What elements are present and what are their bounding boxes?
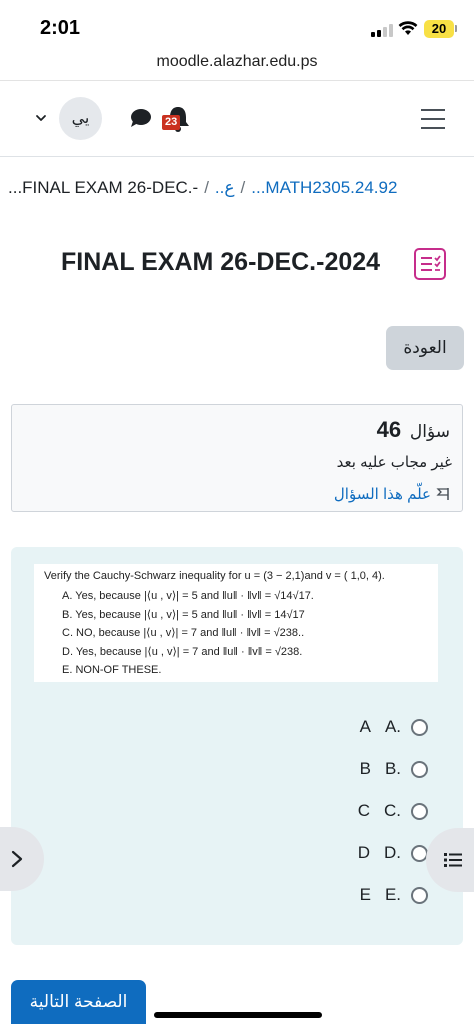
answer-number: D. (384, 843, 401, 862)
answer-option-c[interactable]: C C. (358, 799, 428, 823)
answer-label: B B. (360, 759, 401, 779)
answer-number: E. (384, 885, 401, 904)
answer-label: C C. (358, 801, 401, 821)
question-option-b: B. Yes, because |⟨u , v⟩| = 5 and ‖u‖ · … (62, 608, 305, 621)
answer-radio[interactable] (411, 886, 428, 904)
answer-label: E E. (360, 885, 401, 905)
question-option-d: D. Yes, because |⟨u , v⟩| = 7 and ‖u‖ · … (62, 645, 303, 658)
chevron-right-icon (11, 850, 23, 868)
answer-letter: C (357, 801, 370, 820)
breadcrumb-item-exam[interactable]: ...FINAL EXAM 26-DEC.- (8, 178, 198, 197)
breadcrumb-separator: / (204, 178, 209, 197)
back-button[interactable]: العودة (386, 326, 464, 370)
flag-question-label: علّم هذا السؤال (333, 486, 431, 503)
breadcrumb: ...FINAL EXAM 26-DEC.- / ..ع / ...MATH2305.2… (8, 178, 468, 198)
top-navbar: يي 23 (0, 81, 474, 157)
answer-radio[interactable] (411, 718, 428, 736)
breadcrumb-separator: / (240, 178, 246, 197)
next-page-button[interactable]: الصفحة التالية (11, 980, 146, 1024)
message-icon[interactable] (130, 108, 152, 128)
user-avatar[interactable]: يي (59, 97, 102, 140)
page-header: FINAL EXAM 26-DEC.-2024 (0, 248, 474, 282)
question-heading: سؤال 46 (377, 417, 450, 443)
wifi-icon (398, 21, 418, 35)
question-state: غير مجاب عليه بعد (336, 454, 452, 471)
answer-option-e[interactable]: E E. (360, 883, 428, 907)
status-bar: 2:01 20 (0, 0, 474, 50)
answer-number: A. (384, 717, 401, 736)
browser-url[interactable]: moodle.alazhar.edu.ps (0, 53, 474, 71)
answer-option-b[interactable]: B B. (360, 757, 428, 781)
flag-question-link[interactable]: علّم هذا السؤال (334, 485, 450, 503)
cellular-signal-icon (371, 24, 393, 37)
chevron-down-icon[interactable] (34, 111, 48, 125)
question-option-a: A. Yes, because |⟨u , v⟩| = 5 and ‖u‖ · … (62, 590, 314, 602)
answer-letter: B (359, 759, 371, 778)
battery-indicator: 20 (424, 20, 454, 38)
question-prompt: Verify the Cauchy-Schwarz inequality for… (44, 570, 385, 582)
answer-option-d[interactable]: D D. (358, 841, 428, 865)
answer-label: D D. (358, 843, 401, 863)
answer-letter: D (357, 843, 370, 862)
answer-letter: A (359, 717, 371, 736)
quiz-icon (414, 248, 446, 280)
breadcrumb-item-course[interactable]: ...MATH2305.24.92 (251, 178, 397, 197)
status-time: 2:01 (40, 17, 81, 39)
answer-number: B. (384, 759, 401, 778)
question-content: Verify the Cauchy-Schwarz inequality for… (11, 547, 463, 945)
flag-icon (436, 488, 449, 500)
home-indicator (154, 1012, 322, 1018)
battery-tip (455, 25, 457, 32)
question-option-c: C. NO, because |⟨u , v⟩| = 7 and ‖u‖ · ‖… (62, 627, 305, 639)
answer-radio[interactable] (411, 802, 428, 820)
breadcrumb-item-section[interactable]: ..ع (215, 178, 235, 197)
question-image: Verify the Cauchy-Schwarz inequality for… (34, 564, 438, 682)
notification-badge: 23 (162, 115, 181, 130)
page-title: FINAL EXAM 26-DEC.-2024 (61, 248, 381, 276)
hamburger-menu-icon[interactable] (421, 109, 445, 129)
answer-number: C. (384, 801, 401, 820)
list-icon (444, 853, 462, 867)
answer-letter: E (359, 885, 371, 904)
answer-option-a[interactable]: A A. (360, 715, 428, 739)
answer-label: A A. (360, 717, 401, 737)
question-heading-label: سؤال (409, 422, 450, 441)
answer-radio[interactable] (411, 760, 428, 778)
question-info: سؤال 46 غير مجاب عليه بعد علّم هذا السؤا… (11, 404, 463, 512)
question-number: 46 (376, 417, 402, 442)
question-option-e: E. NON-OF THESE. (62, 664, 162, 676)
